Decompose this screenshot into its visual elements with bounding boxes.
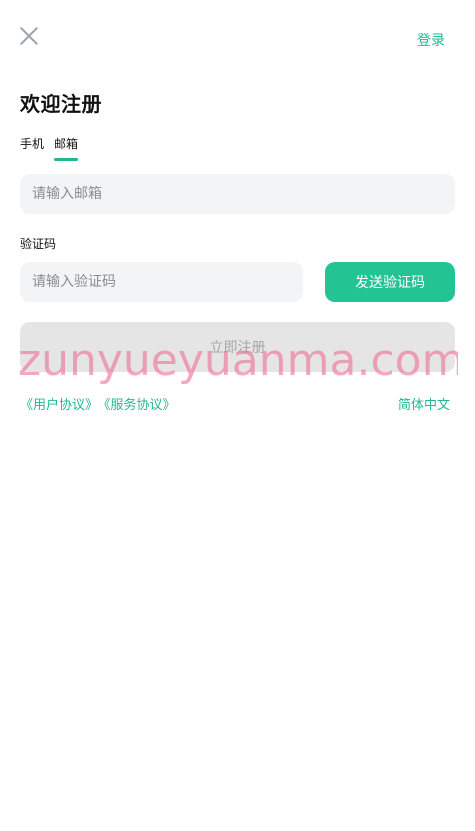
register-page: 登录 欢迎注册 手机 邮箱 验证码 发送验证码 立即注册 zunyueyuanm… [0, 0, 475, 831]
close-icon[interactable] [19, 26, 39, 46]
service-agreement-link[interactable]: 《服务协议》 [104, 398, 176, 413]
email-input[interactable] [20, 174, 455, 214]
agreement-links: 《用户协议》 《服务协议》 [20, 394, 182, 413]
verification-code-input[interactable] [20, 262, 303, 302]
language-selector[interactable]: 简体中文 [398, 394, 450, 413]
tab-email[interactable]: 邮箱 [54, 135, 79, 161]
page-title: 欢迎注册 [20, 92, 102, 116]
login-link[interactable]: 登录 [417, 30, 445, 50]
register-button[interactable]: 立即注册 [20, 322, 455, 372]
send-code-button[interactable]: 发送验证码 [325, 262, 455, 302]
verification-code-label: 验证码 [20, 237, 57, 251]
user-agreement-link[interactable]: 《用户协议》 [20, 398, 98, 413]
tab-phone[interactable]: 手机 [20, 135, 44, 161]
register-tabs: 手机 邮箱 [20, 135, 79, 161]
